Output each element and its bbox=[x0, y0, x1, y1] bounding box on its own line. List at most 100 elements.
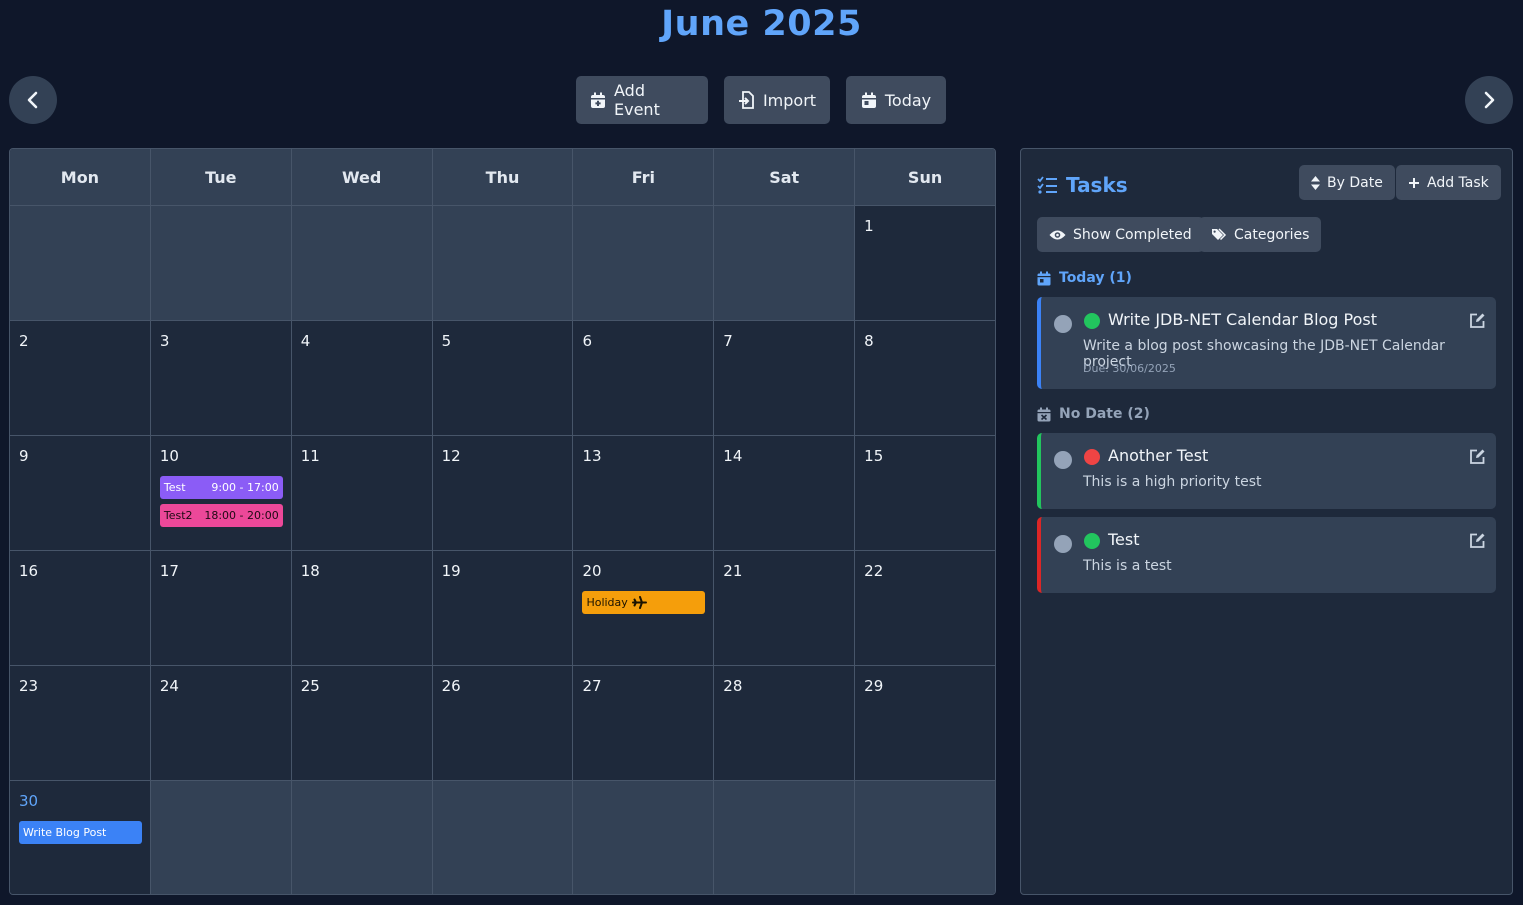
day-cell-today[interactable]: 30 Write Blog Post bbox=[10, 781, 151, 894]
empty-day-cell bbox=[714, 781, 856, 894]
weekday-thu: Thu bbox=[433, 149, 574, 205]
add-event-button[interactable]: Add Event bbox=[576, 76, 708, 124]
day-cell[interactable]: 2 bbox=[10, 321, 151, 435]
day-cell[interactable]: 27 bbox=[573, 666, 715, 780]
next-month-button[interactable] bbox=[1465, 76, 1513, 124]
add-task-button[interactable]: Add Task bbox=[1396, 165, 1501, 200]
week-row: 2 3 4 5 6 7 8 bbox=[10, 320, 995, 435]
categories-button[interactable]: Categories bbox=[1199, 217, 1322, 252]
event-write-blog-post[interactable]: Write Blog Post bbox=[19, 821, 142, 844]
day-cell[interactable]: 24 bbox=[150, 666, 292, 780]
show-completed-button[interactable]: Show Completed bbox=[1037, 217, 1204, 252]
day-cell[interactable]: 10 Test 9:00 - 17:00 Test2 18:00 - 20:00 bbox=[150, 436, 292, 550]
day-number: 9 bbox=[19, 447, 29, 465]
day-cell[interactable]: 4 bbox=[291, 321, 433, 435]
calendar-xmark-icon bbox=[1037, 407, 1051, 421]
day-cell[interactable]: 20 Holiday bbox=[573, 551, 715, 665]
day-cell[interactable]: 12 bbox=[432, 436, 574, 550]
day-number: 23 bbox=[19, 677, 39, 695]
empty-day-cell bbox=[150, 206, 292, 320]
calendar-day-icon bbox=[1037, 271, 1051, 285]
event-test2[interactable]: Test2 18:00 - 20:00 bbox=[159, 504, 283, 527]
weekday-header: Mon Tue Wed Thu Fri Sat Sun bbox=[10, 149, 995, 205]
day-number: 22 bbox=[864, 562, 884, 580]
empty-day-cell bbox=[714, 206, 856, 320]
event-name: Holiday bbox=[586, 596, 628, 609]
day-cell[interactable]: 7 bbox=[714, 321, 856, 435]
day-cell[interactable]: 18 bbox=[291, 551, 433, 665]
day-cell[interactable]: 22 bbox=[855, 551, 995, 665]
day-number: 7 bbox=[723, 332, 733, 350]
weekday-mon: Mon bbox=[10, 149, 151, 205]
task-complete-checkbox[interactable] bbox=[1054, 315, 1072, 333]
day-cell[interactable]: 19 bbox=[432, 551, 574, 665]
day-cell[interactable]: 1 bbox=[855, 206, 995, 320]
day-cell[interactable]: 17 bbox=[150, 551, 292, 665]
edit-icon[interactable] bbox=[1469, 532, 1486, 549]
day-cell[interactable]: 26 bbox=[432, 666, 574, 780]
task-item[interactable]: Another Test This is a high priority tes… bbox=[1037, 433, 1496, 509]
task-due-date: Due: 30/06/2025 bbox=[1083, 362, 1176, 375]
day-cell[interactable]: 21 bbox=[714, 551, 856, 665]
week-row: 16 17 18 19 20 Holiday 21 22 bbox=[10, 550, 995, 665]
edit-icon[interactable] bbox=[1469, 312, 1486, 329]
task-item[interactable]: Write JDB-NET Calendar Blog Post Write a… bbox=[1037, 297, 1496, 389]
edit-icon[interactable] bbox=[1469, 448, 1486, 465]
day-number: 11 bbox=[300, 447, 320, 465]
day-number: 20 bbox=[582, 562, 602, 580]
task-complete-checkbox[interactable] bbox=[1054, 535, 1072, 553]
day-cell[interactable]: 15 bbox=[855, 436, 995, 550]
event-name: Test2 bbox=[163, 509, 193, 522]
day-number: 18 bbox=[300, 562, 320, 580]
day-number: 17 bbox=[159, 562, 179, 580]
empty-day-cell bbox=[855, 781, 995, 894]
week-row: 30 Write Blog Post bbox=[10, 780, 995, 894]
import-button[interactable]: Import bbox=[724, 76, 830, 124]
today-button[interactable]: Today bbox=[846, 76, 946, 124]
weekday-sun: Sun bbox=[907, 168, 943, 187]
empty-day-cell bbox=[10, 206, 151, 320]
day-number: 3 bbox=[159, 332, 170, 350]
task-description: This is a high priority test bbox=[1083, 474, 1262, 490]
day-number: 16 bbox=[19, 562, 39, 580]
day-number: 12 bbox=[441, 447, 461, 465]
day-number: 4 bbox=[300, 332, 311, 350]
empty-day-cell bbox=[291, 781, 433, 894]
day-cell[interactable]: 13 bbox=[573, 436, 715, 550]
day-cell[interactable]: 25 bbox=[291, 666, 433, 780]
file-import-icon bbox=[738, 91, 754, 109]
plane-icon bbox=[631, 596, 647, 609]
day-cell[interactable]: 8 bbox=[855, 321, 995, 435]
task-title: Another Test bbox=[1108, 446, 1209, 465]
day-cell[interactable]: 9 bbox=[10, 436, 151, 550]
empty-day-cell bbox=[291, 206, 433, 320]
by-date-label: By Date bbox=[1327, 174, 1383, 191]
day-cell[interactable]: 11 bbox=[291, 436, 433, 550]
calendar-day-icon bbox=[861, 92, 876, 108]
day-number-today: 30 bbox=[19, 792, 39, 810]
task-complete-checkbox[interactable] bbox=[1054, 451, 1072, 469]
day-cell[interactable]: 3 bbox=[150, 321, 292, 435]
prev-month-button[interactable] bbox=[9, 76, 57, 124]
day-cell[interactable]: 6 bbox=[573, 321, 715, 435]
day-number: 8 bbox=[864, 332, 874, 350]
day-number: 13 bbox=[582, 447, 602, 465]
event-holiday[interactable]: Holiday bbox=[582, 591, 706, 614]
event-test[interactable]: Test 9:00 - 17:00 bbox=[159, 476, 283, 499]
week-row: 23 24 25 26 27 28 29 bbox=[10, 665, 995, 780]
task-item[interactable]: Test This is a test bbox=[1037, 517, 1496, 593]
sort-by-date-button[interactable]: By Date bbox=[1299, 165, 1395, 200]
day-cell[interactable]: 29 bbox=[855, 666, 995, 780]
day-cell[interactable]: 14 bbox=[714, 436, 856, 550]
day-cell[interactable]: 23 bbox=[10, 666, 151, 780]
chevron-right-icon bbox=[1484, 91, 1495, 109]
event-name: Write Blog Post bbox=[23, 826, 107, 839]
empty-day-cell bbox=[432, 781, 574, 894]
today-section-text: Today (1) bbox=[1059, 270, 1132, 286]
chevron-left-icon bbox=[27, 91, 38, 109]
sort-icon bbox=[1311, 175, 1320, 190]
day-cell[interactable]: 5 bbox=[432, 321, 574, 435]
day-cell[interactable]: 16 bbox=[10, 551, 151, 665]
day-cell[interactable]: 28 bbox=[714, 666, 856, 780]
tasks-title-text: Tasks bbox=[1066, 173, 1128, 197]
